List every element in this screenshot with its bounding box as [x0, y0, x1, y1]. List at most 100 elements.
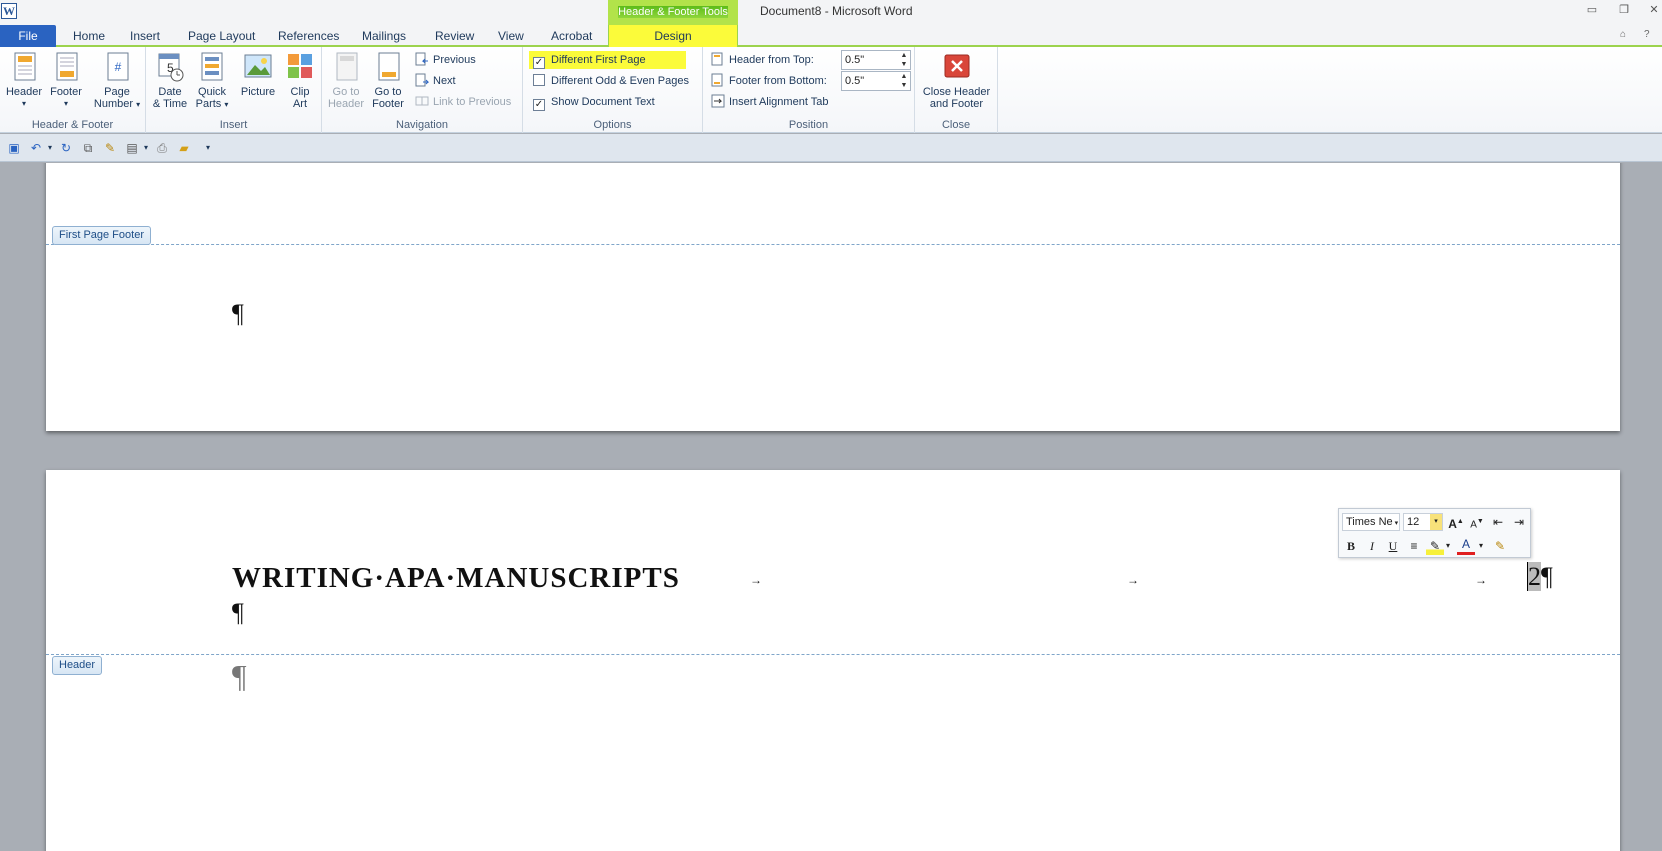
restore-icon[interactable]: ❐ [1614, 3, 1634, 19]
chevron-down-icon[interactable]: ▾ [1443, 537, 1453, 555]
group-label: Insert [219, 119, 248, 131]
document-area: First Page Footer ¶ WRITING·APA·MANUSCRI… [0, 163, 1662, 851]
quick-parts-button[interactable]: Quick Parts ▾ [192, 51, 232, 111]
next-button[interactable]: Next [415, 72, 456, 90]
group-label: Close [941, 119, 971, 131]
customize-toolbar-icon[interactable]: ▾ [200, 141, 216, 155]
paragraph-mark[interactable]: ¶ [232, 299, 244, 329]
close-header-footer-button[interactable]: Close Header and Footer [919, 51, 994, 110]
document-page: First Page Footer ¶ [46, 163, 1620, 431]
minimize-icon[interactable]: ▭ [1582, 3, 1602, 19]
minimize-ribbon-icon[interactable]: ⌂ [1620, 29, 1626, 40]
footer-from-bottom-label: Footer from Bottom: [711, 72, 827, 90]
chevron-down-icon[interactable]: ▾ [1476, 537, 1486, 555]
font-color-icon[interactable]: A [1457, 537, 1475, 555]
go-to-footer-button[interactable]: Go to Footer [368, 51, 408, 110]
calendar-clock-icon: 5 [155, 51, 185, 83]
highlight-color-icon[interactable]: ✎ [1426, 537, 1444, 555]
help-icon[interactable]: ? [1644, 29, 1650, 40]
link-to-previous-button[interactable]: Link to Previous [415, 93, 511, 111]
mini-toolbar: Times Ne ▾ 12 ▾ A▲ A▼ ⇤ ⇥ B I U ≡ ✎ ▾ A ▾ … [1338, 508, 1531, 558]
group-label: Navigation [396, 119, 448, 131]
close-x-icon [942, 51, 972, 83]
tab-file[interactable]: File [0, 25, 56, 47]
chevron-down-icon[interactable]: ▾ [138, 141, 154, 155]
footer-icon [51, 51, 81, 83]
bold-icon[interactable]: B [1342, 537, 1360, 555]
paragraph-mark[interactable]: ¶ [232, 598, 244, 628]
ribbon-tabs: File Home Insert Page Layout References … [0, 25, 1662, 47]
tab-design[interactable]: Design [608, 25, 738, 47]
header-position-icon [711, 52, 725, 66]
spinner-arrows-icon[interactable]: ▲ ▼ [898, 72, 910, 90]
previous-button[interactable]: Previous [415, 51, 476, 69]
italic-icon[interactable]: I [1363, 537, 1381, 555]
paragraph-mark[interactable]: ¶ [232, 658, 247, 695]
save-icon[interactable]: ▣ [6, 141, 22, 155]
link-icon [415, 94, 429, 108]
footer-button[interactable]: Footer ▾ [46, 51, 86, 110]
chevron-down-icon: ▾ [63, 99, 68, 108]
picture-icon [243, 51, 273, 83]
chevron-down-icon[interactable]: ▾ [1430, 514, 1442, 530]
picture-button[interactable]: Picture [236, 51, 280, 98]
go-to-footer-icon [373, 51, 403, 83]
clip-art-icon [285, 51, 315, 83]
header-tag: Header [52, 656, 103, 675]
decrease-indent-icon[interactable]: ⇤ [1489, 513, 1507, 531]
tab-references[interactable]: References [278, 28, 339, 47]
underline-icon[interactable]: U [1384, 537, 1402, 555]
previous-section-icon [415, 52, 429, 66]
alignment-tab-icon [711, 94, 725, 108]
title-bar: W Header & Footer Tools Document8 - Micr… [0, 0, 1662, 25]
tab-acrobat[interactable]: Acrobat [551, 28, 592, 47]
page-number-field[interactable]: 2¶ [1527, 562, 1553, 592]
chevron-down-icon: ▾ [224, 100, 229, 109]
date-time-button[interactable]: 5 Date & Time [150, 51, 190, 110]
chevron-down-icon: ▾ [136, 100, 141, 109]
header-button[interactable]: Header ▾ [4, 51, 44, 110]
clip-art-button[interactable]: Clip Art [282, 51, 318, 110]
tab-review[interactable]: Review [435, 28, 474, 47]
footer-from-bottom-spinner[interactable]: 0.5" ▲ ▼ [841, 71, 911, 91]
increase-indent-icon[interactable]: ⇥ [1510, 513, 1528, 531]
close-window-icon[interactable]: ✕ [1644, 3, 1662, 19]
show-document-text-checkbox[interactable]: ✓ Show Document Text [533, 93, 655, 111]
print-preview-icon[interactable]: ⎙ [154, 141, 170, 155]
context-group-label: Header & Footer Tools [608, 0, 738, 25]
footer-boundary [46, 244, 1620, 245]
insert-alignment-tab-button[interactable]: Insert Alignment Tab [711, 93, 828, 111]
running-head[interactable]: WRITING·APA·MANUSCRIPTS [232, 562, 680, 595]
chevron-down-icon: ▾ [21, 99, 26, 108]
tab-home[interactable]: Home [73, 28, 105, 47]
format-painter-icon[interactable]: ✎ [1491, 537, 1509, 555]
chevron-down-icon: ▾ [1394, 520, 1399, 527]
tab-page-layout[interactable]: Page Layout [188, 28, 255, 47]
tab-mailings[interactable]: Mailings [362, 28, 406, 47]
tab-view[interactable]: View [498, 28, 524, 47]
tab-insert[interactable]: Insert [130, 28, 160, 47]
redo-icon[interactable]: ↻ [58, 141, 74, 155]
font-name-box[interactable]: Times Ne ▾ [1342, 513, 1400, 531]
header-from-top-label: Header from Top: [711, 51, 814, 69]
grow-font-icon[interactable]: A▲ [1447, 513, 1465, 531]
center-align-icon[interactable]: ≡ [1405, 537, 1423, 555]
group-position: Header from Top: 0.5" ▲ ▼ Footer from Bot… [703, 47, 915, 133]
different-first-page-checkbox[interactable]: ✓ Different First Page [529, 51, 686, 69]
word-app-icon[interactable]: W [1, 3, 17, 19]
page-number-button[interactable]: # Page Number ▾ [92, 51, 142, 111]
font-size-box[interactable]: 12 ▾ [1403, 513, 1443, 531]
go-to-header-icon [331, 51, 361, 83]
spinner-arrows-icon[interactable]: ▲ ▼ [898, 51, 910, 69]
shrink-font-icon[interactable]: A▼ [1468, 513, 1486, 531]
different-odd-even-checkbox[interactable]: Different Odd & Even Pages [533, 72, 689, 90]
header-from-top-spinner[interactable]: 0.5" ▲ ▼ [841, 50, 911, 70]
quick-access-toolbar: ▣ ↶ ▾ ↻ ⧉ ✎ ▤ ▾ ⎙ ▰ ▾ [0, 134, 1662, 162]
copy-icon[interactable]: ⧉ [80, 141, 96, 155]
go-to-header-button[interactable]: Go to Header [326, 51, 366, 110]
chevron-down-icon[interactable]: ▾ [42, 141, 58, 155]
open-folder-icon[interactable]: ▰ [176, 141, 192, 155]
group-navigation: Go to Header Go to Footer Previous Next … [322, 47, 523, 133]
format-painter-icon[interactable]: ✎ [102, 141, 118, 155]
group-insert: 5 Date & Time Quick Parts ▾ Picture Clip… [146, 47, 322, 133]
